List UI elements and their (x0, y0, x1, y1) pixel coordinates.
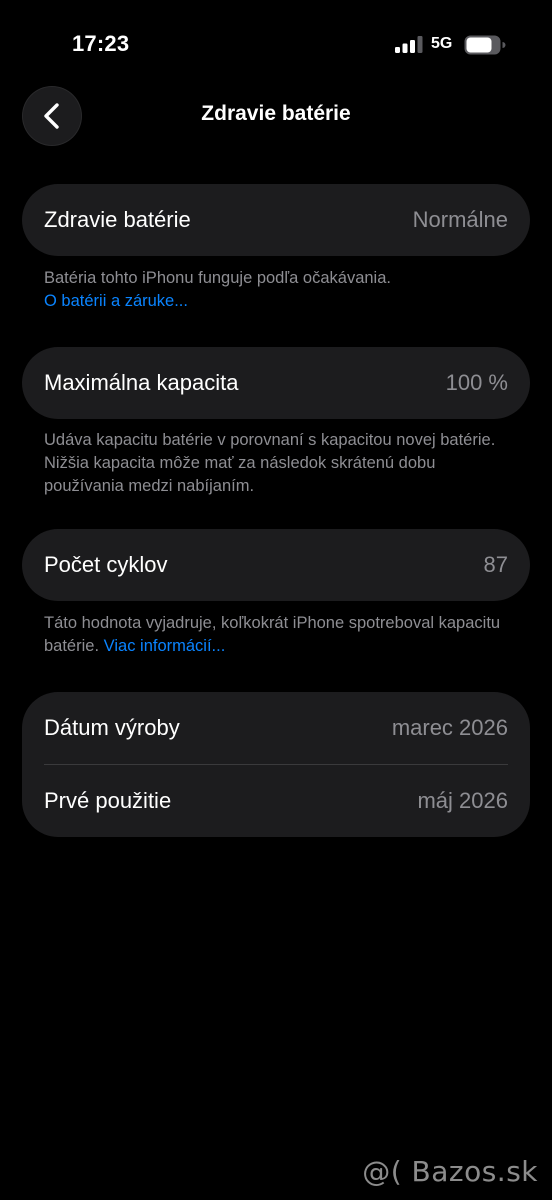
first-use-label: Prvé použitie (44, 788, 172, 813)
manufacture-date-value: marec 2026 (391, 715, 508, 740)
cycle-count-footnote: Táto hodnota vyjadruje, koľkokrát iPhone… (44, 612, 514, 658)
cycle-count-label: Počet cyklov (44, 552, 168, 577)
battery-health-footnote: Batéria tohto iPhonu funguje podľa očaká… (44, 267, 514, 313)
max-capacity-label: Maximálna kapacita (44, 370, 239, 395)
more-info-link[interactable]: Viac informácií... (104, 637, 226, 655)
battery-health-value: Normálne (412, 207, 508, 232)
cycle-count-card: Počet cyklov 87 (22, 529, 530, 601)
max-capacity-value: 100 % (445, 370, 508, 395)
page-title: Zdravie batérie (201, 102, 351, 125)
signal-icon (395, 36, 423, 53)
manufacture-date-label: Dátum výroby (44, 715, 180, 740)
first-use-value: máj 2026 (417, 788, 508, 813)
max-capacity-card: Maximálna kapacita 100 % (22, 347, 530, 419)
bazos-watermark: @( Bazos.sk (362, 1155, 538, 1188)
cycle-count-row: Počet cyklov 87 (22, 529, 530, 601)
status-time: 17:23 (72, 31, 130, 56)
dates-card: Dátum výroby marec 2026 Prvé použitie má… (22, 692, 530, 837)
battery-warranty-link[interactable]: O batérii a záruke... (44, 290, 514, 313)
max-capacity-row: Maximálna kapacita 100 % (22, 347, 530, 419)
battery-health-footnote-text: Batéria tohto iPhonu funguje podľa očaká… (44, 269, 391, 287)
cycle-count-value: 87 (483, 552, 508, 577)
battery-health-card: Zdravie batérie Normálne (22, 184, 530, 256)
battery-health-label: Zdravie batérie (44, 207, 191, 232)
network-label: 5G (431, 35, 453, 52)
manufacture-date-row: Dátum výroby marec 2026 (22, 692, 530, 764)
max-capacity-footnote: Udáva kapacitu batérie v porovnaní s kap… (44, 431, 496, 495)
battery-health-row: Zdravie batérie Normálne (22, 184, 530, 256)
status-bar: 17:23 5G (0, 0, 552, 90)
battery-icon (464, 35, 506, 55)
first-use-row: Prvé použitie máj 2026 (22, 765, 530, 837)
